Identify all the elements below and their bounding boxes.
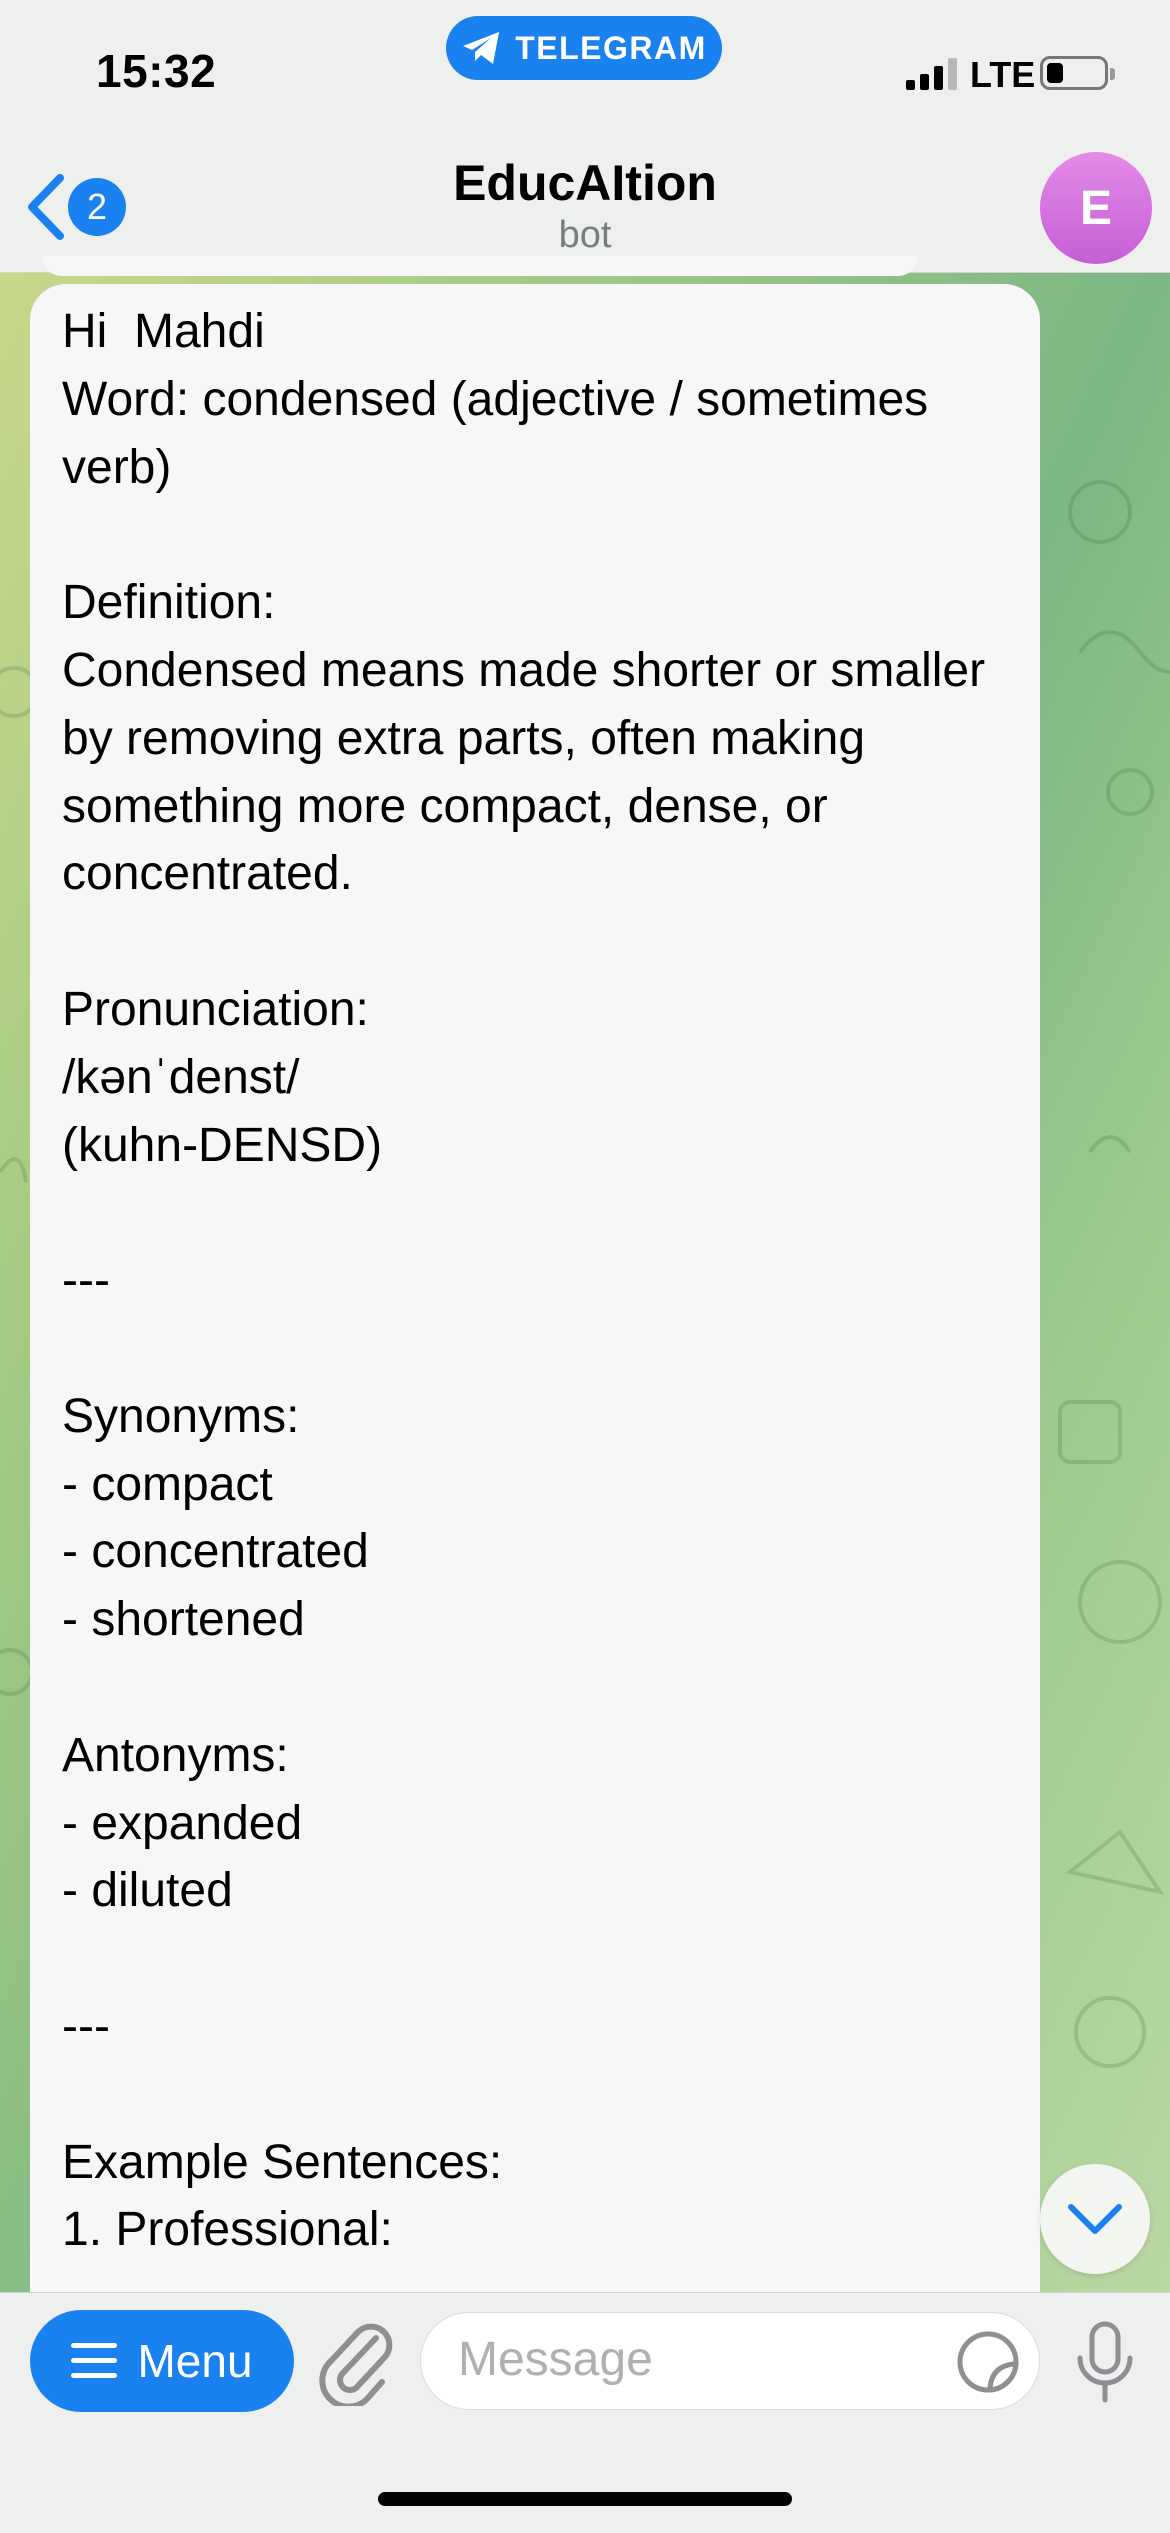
telegram-plane-icon xyxy=(463,32,500,64)
menu-button-label: Menu xyxy=(137,2335,253,2387)
sticker-icon xyxy=(957,2331,1019,2393)
battery-icon xyxy=(1040,56,1115,90)
top-bar: 15:32 TELEGRAM LTE 2 EducAItion bot E xyxy=(0,0,1170,273)
home-indicator xyxy=(378,2492,792,2506)
menu-button[interactable]: Menu xyxy=(30,2310,294,2412)
network-label: LTE xyxy=(970,54,1036,95)
microphone-icon xyxy=(1077,2321,1133,2403)
sticker-button[interactable] xyxy=(956,2330,1020,2394)
paperclip-icon xyxy=(319,2323,393,2410)
scroll-down-chevron-icon xyxy=(1068,2204,1122,2234)
message-text: Hi Mahdi Word: condensed (adjective / so… xyxy=(62,305,986,2257)
chat-title[interactable]: EducAItion xyxy=(0,154,1170,212)
attach-button[interactable] xyxy=(318,2316,398,2410)
avatar[interactable]: E xyxy=(1040,152,1152,264)
telegram-pill-label: TELEGRAM xyxy=(515,29,707,66)
chat-subtitle: bot xyxy=(558,214,612,256)
signal-icon xyxy=(906,56,957,90)
message-input-placeholder: Message xyxy=(458,2333,653,2386)
telegram-pill[interactable]: TELEGRAM xyxy=(446,16,722,80)
status-time: 15:32 xyxy=(96,45,217,97)
microphone-button[interactable] xyxy=(1070,2318,1140,2408)
scroll-down-button[interactable] xyxy=(1040,2164,1150,2274)
hamburger-icon xyxy=(71,2343,118,2378)
previous-message-bubble xyxy=(42,256,918,276)
